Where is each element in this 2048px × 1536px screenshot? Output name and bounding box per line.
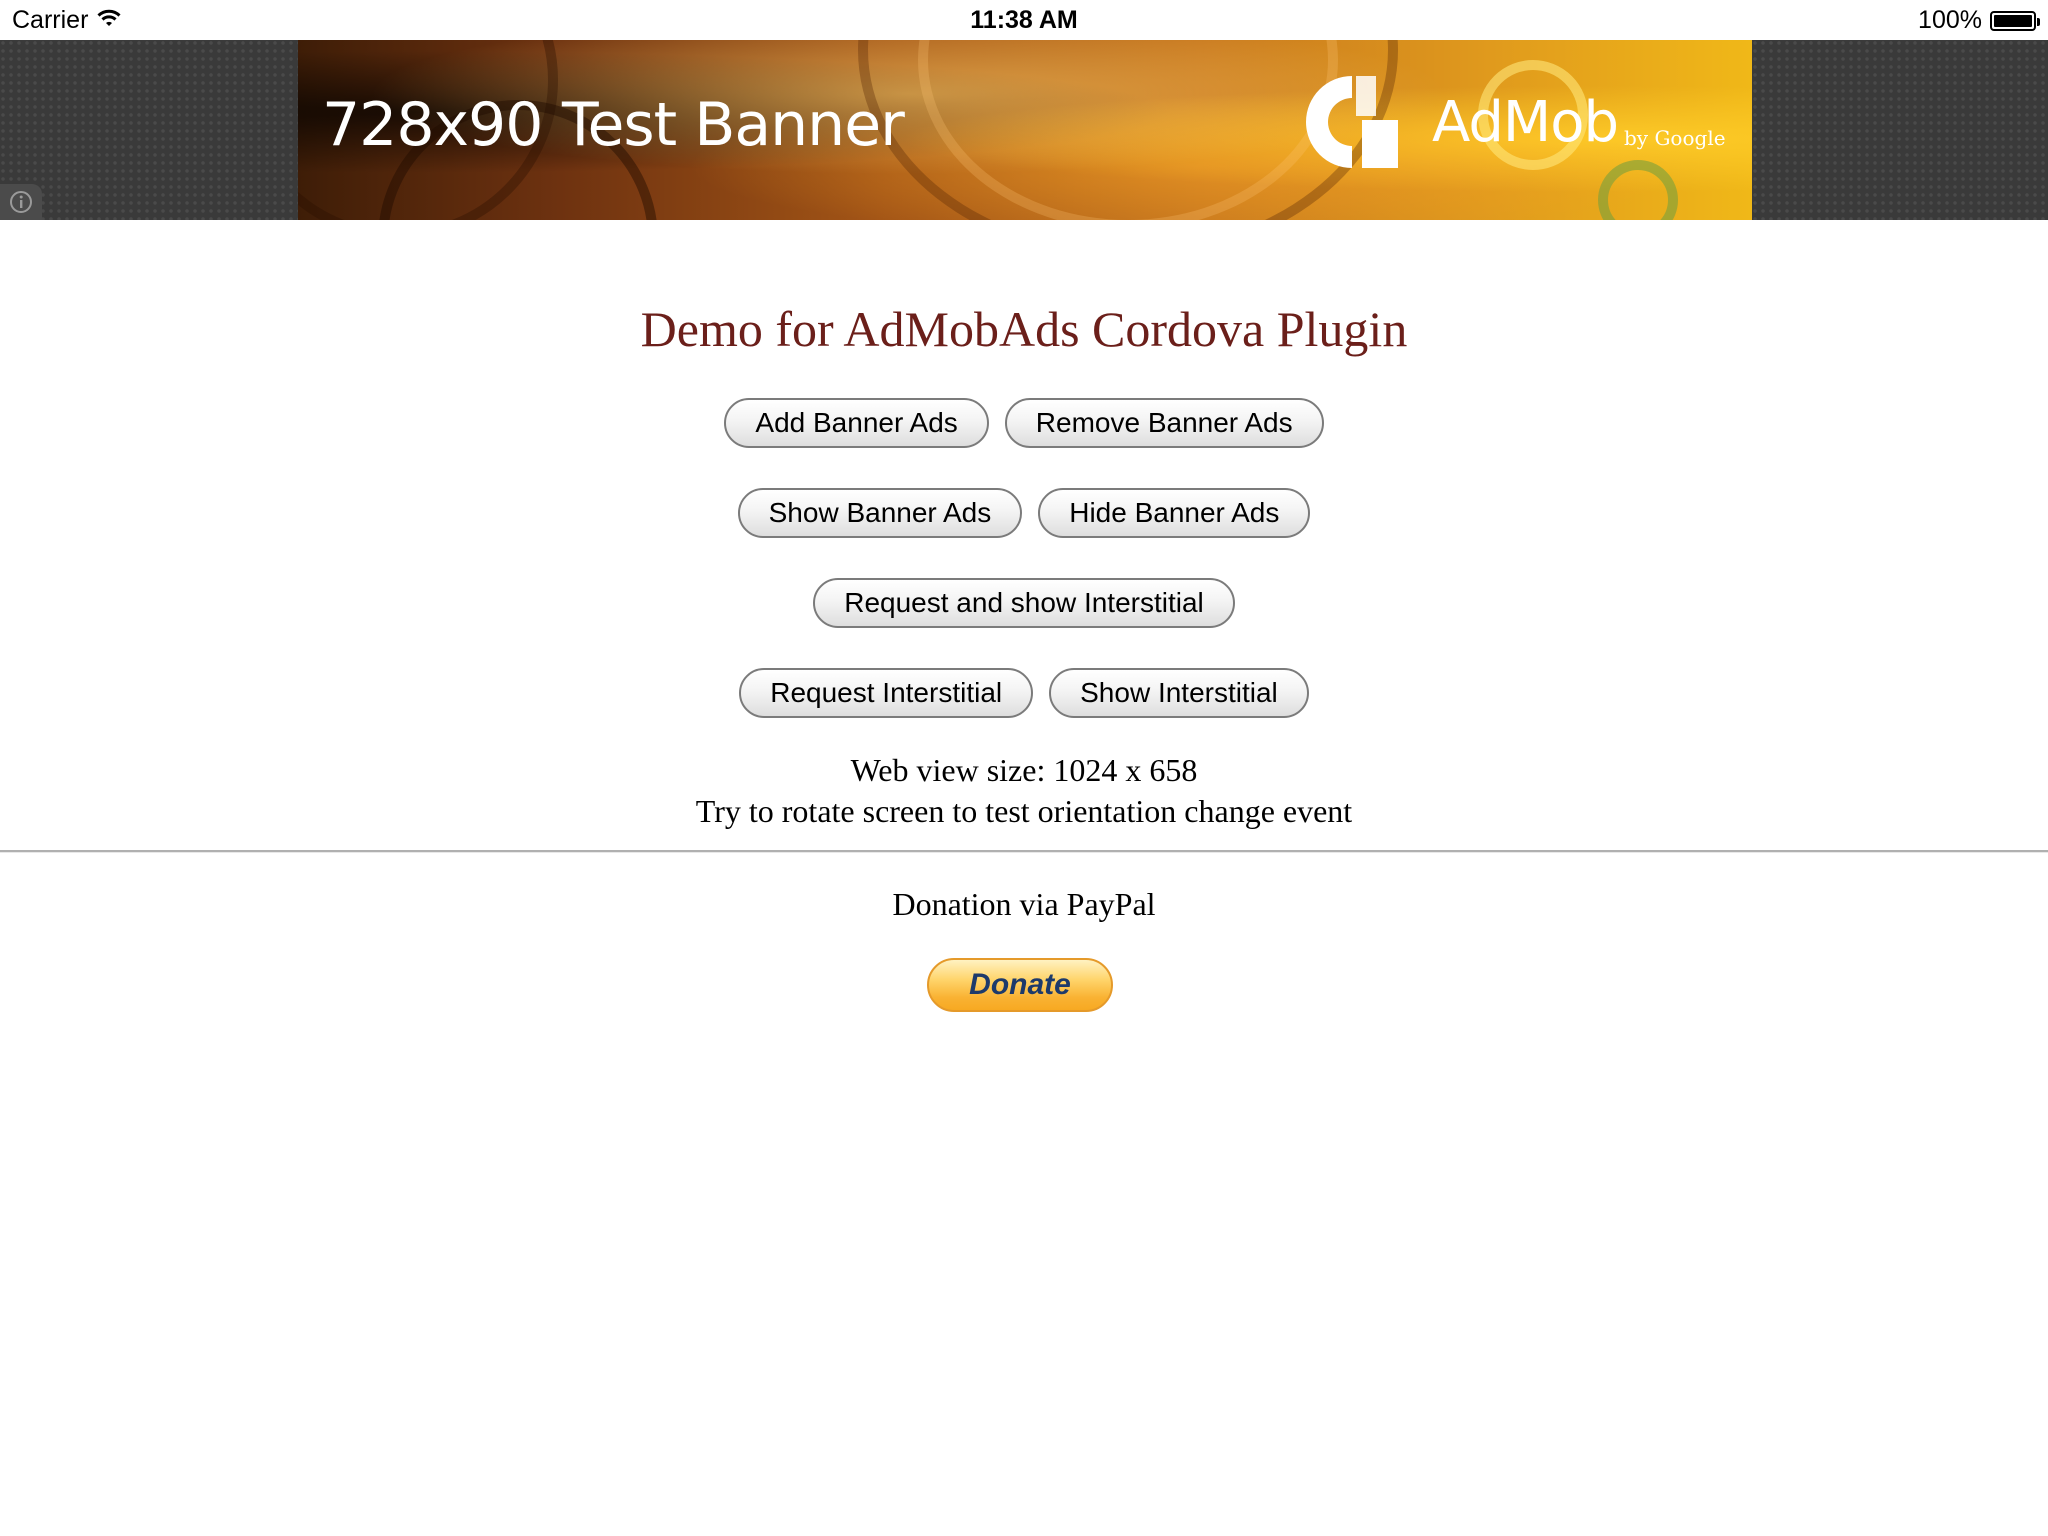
battery-percent: 100% <box>1918 6 1982 34</box>
banner-buttons-row-1: Add Banner Ads Remove Banner Ads <box>0 398 2048 448</box>
admob-brand-text: AdMob <box>1432 90 1619 155</box>
hide-banner-ads-button[interactable]: Hide Banner Ads <box>1038 488 1311 538</box>
ad-banner-container: 728x90 Test Banner AdMob by Google <box>0 40 2048 220</box>
web-view-size-text: Web view size: 1024 x 658 <box>850 752 1198 788</box>
info-icon[interactable] <box>0 184 42 220</box>
donation-label: Donation via PayPal <box>892 886 1156 922</box>
interstitial-buttons-row-1: Request and show Interstitial <box>0 578 2048 628</box>
test-ad-banner[interactable]: 728x90 Test Banner AdMob by Google <box>298 40 1752 220</box>
page-title: Demo for AdMobAds Cordova Plugin <box>640 301 1408 357</box>
banner-buttons-row-2: Show Banner Ads Hide Banner Ads <box>0 488 2048 538</box>
battery-indicator: 100% <box>1918 6 2040 35</box>
rotate-hint-text: Try to rotate screen to test orientation… <box>695 793 1353 829</box>
clock: 11:38 AM <box>970 6 1078 34</box>
show-interstitial-button[interactable]: Show Interstitial <box>1049 668 1309 718</box>
ad-title-text: Test Banner <box>562 90 905 160</box>
add-banner-ads-button[interactable]: Add Banner Ads <box>724 398 989 448</box>
battery-icon <box>1990 10 2040 31</box>
interstitial-buttons-row-2: Request Interstitial Show Interstitial <box>0 668 2048 718</box>
ad-size-text: 728x90 <box>322 90 543 160</box>
status-bar: Carrier 11:38 AM 100% <box>0 0 2048 40</box>
remove-banner-ads-button[interactable]: Remove Banner Ads <box>1004 398 1324 448</box>
horizontal-divider <box>0 850 2048 853</box>
show-banner-ads-button[interactable]: Show Banner Ads <box>737 488 1023 538</box>
paypal-donate-button[interactable]: Donate <box>927 958 1113 1012</box>
admob-by-google-text: by Google <box>1624 126 1726 150</box>
admob-logo-icon <box>1302 70 1402 174</box>
request-and-show-interstitial-button[interactable]: Request and show Interstitial <box>813 578 1235 628</box>
request-interstitial-button[interactable]: Request Interstitial <box>739 668 1034 718</box>
